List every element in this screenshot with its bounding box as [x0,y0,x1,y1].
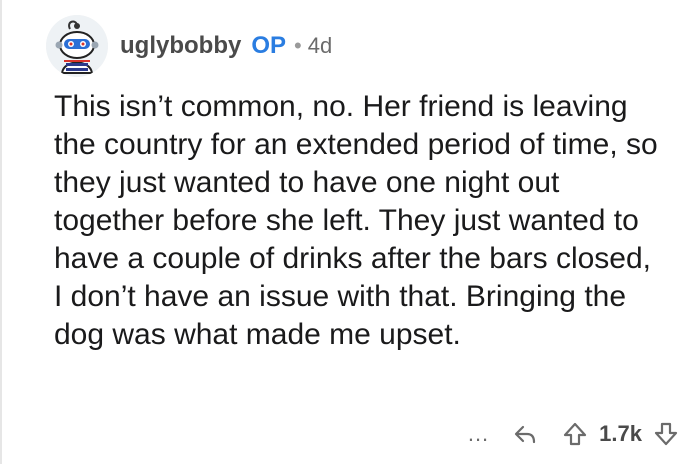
reply-icon[interactable] [511,420,539,448]
comment-body: This isn’t common, no. Her friend is lea… [54,90,658,351]
upvote-icon[interactable] [561,420,589,448]
comment-header: uglybobby OP • 4d [46,14,332,78]
username[interactable]: uglybobby [120,32,241,60]
vote-count: 1.7k [599,421,642,446]
comment-age: 4d [307,33,333,58]
comment-actions: ... 1.7k [468,414,680,454]
thread-line [0,0,2,464]
downvote-icon[interactable] [652,420,680,448]
more-options-button[interactable]: ... [468,421,489,447]
op-badge: OP [251,32,287,59]
avatar[interactable] [46,15,108,77]
vote-group: 1.7k [561,420,680,448]
separator-dot: • [294,33,302,58]
